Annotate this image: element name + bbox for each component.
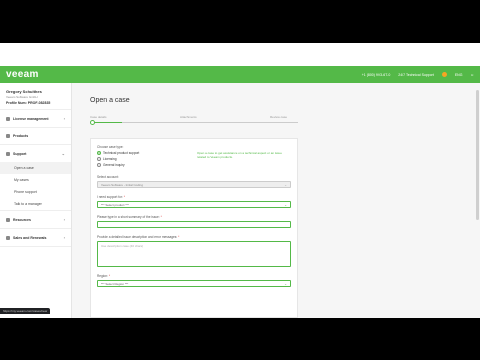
required-marker: * (108, 274, 111, 278)
step-label: Attachments (180, 115, 197, 119)
sidebar-item-products[interactable]: Products (0, 128, 71, 145)
sidebar-item-label: License management (13, 116, 49, 121)
screen: Veeam Video Portal× My Requests - Veeam … (0, 0, 480, 360)
description-textarea[interactable]: Use description case (40 chars) (97, 241, 291, 267)
license-icon (6, 116, 10, 121)
radio-checked-icon (97, 151, 101, 155)
main-content: Open a case Case details Attachments Rev… (72, 83, 480, 318)
required-marker: * (160, 215, 162, 219)
status-bar-url: https://my.veeam.com/cases/new (0, 308, 51, 314)
sidebar-item-label: Products (13, 134, 29, 138)
sidebar-item-resources[interactable]: Resources › (0, 210, 71, 229)
sidebar: Gregory Schulthes Veeam Software GmbH Pr… (0, 83, 72, 318)
required-marker: * (123, 195, 126, 199)
step-progress: Case details Attachments Review case (90, 115, 298, 127)
chevron-down-icon: ⌄ (284, 281, 287, 286)
label-text: Please type in a short summary of the is… (97, 215, 160, 219)
chevron-down-icon: ⌄ (284, 182, 287, 187)
radio-technical-support[interactable]: Technical product support (97, 151, 191, 155)
products-icon (6, 134, 10, 138)
veeam-logo[interactable]: veeam (6, 69, 39, 80)
account-label: Select account: (97, 175, 119, 179)
language-selector[interactable]: ENG (455, 73, 463, 77)
scrollbar[interactable] (476, 90, 479, 220)
step-label: Review case (270, 115, 288, 119)
region-select-value: *** Select Region *** (101, 281, 129, 286)
page-title: Open a case (90, 97, 130, 104)
sidebar-item-sales[interactable]: Sales and Renewals › (0, 229, 71, 247)
chevron-down-icon: ⌄ (284, 202, 287, 207)
sidebar-subitem-talk-manager[interactable]: Talk to a manager (0, 198, 71, 210)
notification-icon[interactable] (441, 72, 447, 77)
sidebar-subitem-my-cases[interactable]: My cases (0, 174, 71, 186)
case-form: Choose case type: Technical product supp… (90, 138, 298, 318)
account-select: Veeam Software - Initial Coding ⌄ (97, 181, 291, 188)
radio-label: Licensing (103, 157, 117, 161)
chevron-down-icon: ⌄ (61, 151, 65, 156)
step-progress-line (92, 122, 298, 123)
sidebar-item-license[interactable]: License management › (0, 110, 71, 128)
need-support-label: I need support for: * (97, 195, 291, 199)
label-text: I need support for: (97, 195, 123, 199)
label-text: Region: (97, 274, 108, 278)
sidebar-item-label: Resources (13, 217, 31, 222)
region-label: Region: * (97, 274, 291, 278)
user-icon[interactable]: ☺ (470, 73, 474, 77)
region-select[interactable]: *** Select Region *** ⌄ (97, 280, 291, 287)
chevron-right-icon: › (63, 116, 65, 121)
radio-icon (97, 157, 101, 161)
radio-label: General inquiry (103, 163, 125, 167)
profile-id: Profile Num: PROF-082835 (6, 101, 51, 105)
user-name: Gregory Schulthes (6, 89, 42, 94)
user-card: Gregory Schulthes Veeam Software GmbH Pr… (0, 83, 71, 110)
user-company: Veeam Software GmbH (6, 95, 38, 99)
sidebar-subitem-phone-support[interactable]: Phone support (0, 186, 71, 198)
chevron-right-icon: › (63, 217, 65, 222)
support-icon (6, 151, 10, 156)
account-value: Veeam Software - Initial Coding (101, 182, 144, 187)
radio-label: Technical product support (103, 151, 140, 155)
sales-icon (6, 235, 10, 240)
current-step-indicator (90, 120, 95, 125)
sidebar-item-support[interactable]: Support ⌄ (0, 145, 71, 162)
radio-icon (97, 163, 101, 167)
sidebar-item-label: Support (13, 151, 27, 156)
label-text: Provide a detailed issue description and… (97, 235, 178, 239)
description-label: Provide a detailed issue description and… (97, 235, 291, 239)
case-type-hint: Open a case to get assistance on a techn… (197, 151, 282, 159)
sidebar-subitem-open-case[interactable]: Open a case (0, 162, 71, 174)
resources-icon (6, 217, 10, 222)
summary-input[interactable] (97, 221, 291, 228)
radio-licensing[interactable]: Licensing (97, 157, 191, 161)
site-header: veeam +1 (800) 9V3-6T-0 24/7 Technical S… (0, 66, 480, 83)
support-link[interactable]: 24/7 Technical Support (398, 73, 434, 77)
phone-number: +1 (800) 9V3-6T-0 (361, 72, 391, 77)
summary-label: Please type in a short summary of the is… (97, 215, 291, 219)
radio-general-inquiry[interactable]: General inquiry (97, 163, 191, 167)
required-marker: * (178, 235, 180, 239)
sidebar-item-label: Sales and Renewals (13, 235, 47, 240)
product-select[interactable]: *** Select product *** ⌄ (97, 201, 291, 208)
step-label: Case details (90, 115, 107, 119)
case-type-label: Choose case type: (97, 145, 124, 149)
product-select-value: *** Select product *** (101, 202, 129, 207)
chevron-right-icon: › (63, 235, 65, 240)
